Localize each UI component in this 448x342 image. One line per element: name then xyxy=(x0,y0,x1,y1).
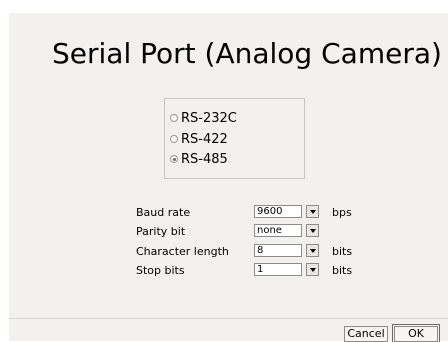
stop-bits-value[interactable]: 1 xyxy=(254,263,302,276)
radio-button-icon xyxy=(170,135,178,143)
page-title: Serial Port (Analog Camera) xyxy=(52,37,442,70)
chevron-down-icon[interactable] xyxy=(306,224,319,237)
character-length-value[interactable]: 8 xyxy=(254,244,302,257)
radio-label: RS-232C xyxy=(181,110,237,126)
character-length-select[interactable]: 8 xyxy=(254,244,319,257)
cancel-button[interactable]: Cancel xyxy=(344,326,388,342)
baud-rate-value[interactable]: 9600 xyxy=(254,205,302,218)
divider xyxy=(9,318,448,319)
radio-label: RS-422 xyxy=(181,131,228,147)
stop-bits-label: Stop bits xyxy=(136,264,185,277)
stop-bits-select[interactable]: 1 xyxy=(254,263,319,276)
parity-bit-value[interactable]: none xyxy=(254,224,302,237)
baud-rate-label: Baud rate xyxy=(136,206,191,219)
stop-bits-unit: bits xyxy=(332,264,353,277)
radio-option-rs-232c[interactable]: RS-232C xyxy=(170,109,237,127)
parity-bit-label: Parity bit xyxy=(136,225,186,238)
parity-bit-select[interactable]: none xyxy=(254,224,319,237)
baud-rate-select[interactable]: 9600 xyxy=(254,205,319,218)
radio-option-rs-422[interactable]: RS-422 xyxy=(170,130,228,148)
chevron-down-icon[interactable] xyxy=(306,205,319,218)
character-length-unit: bits xyxy=(332,245,353,258)
radio-button-selected-icon xyxy=(170,155,178,163)
character-length-label: Character length xyxy=(136,245,229,258)
baud-rate-unit: bps xyxy=(332,206,352,219)
interface-radio-group: RS-232C RS-422 RS-485 xyxy=(164,98,305,179)
radio-label: RS-485 xyxy=(181,151,228,167)
ok-button[interactable]: OK xyxy=(392,324,440,342)
radio-option-rs-485[interactable]: RS-485 xyxy=(170,150,228,168)
chevron-down-icon[interactable] xyxy=(306,244,319,257)
radio-button-icon xyxy=(170,114,178,122)
chevron-down-icon[interactable] xyxy=(306,263,319,276)
